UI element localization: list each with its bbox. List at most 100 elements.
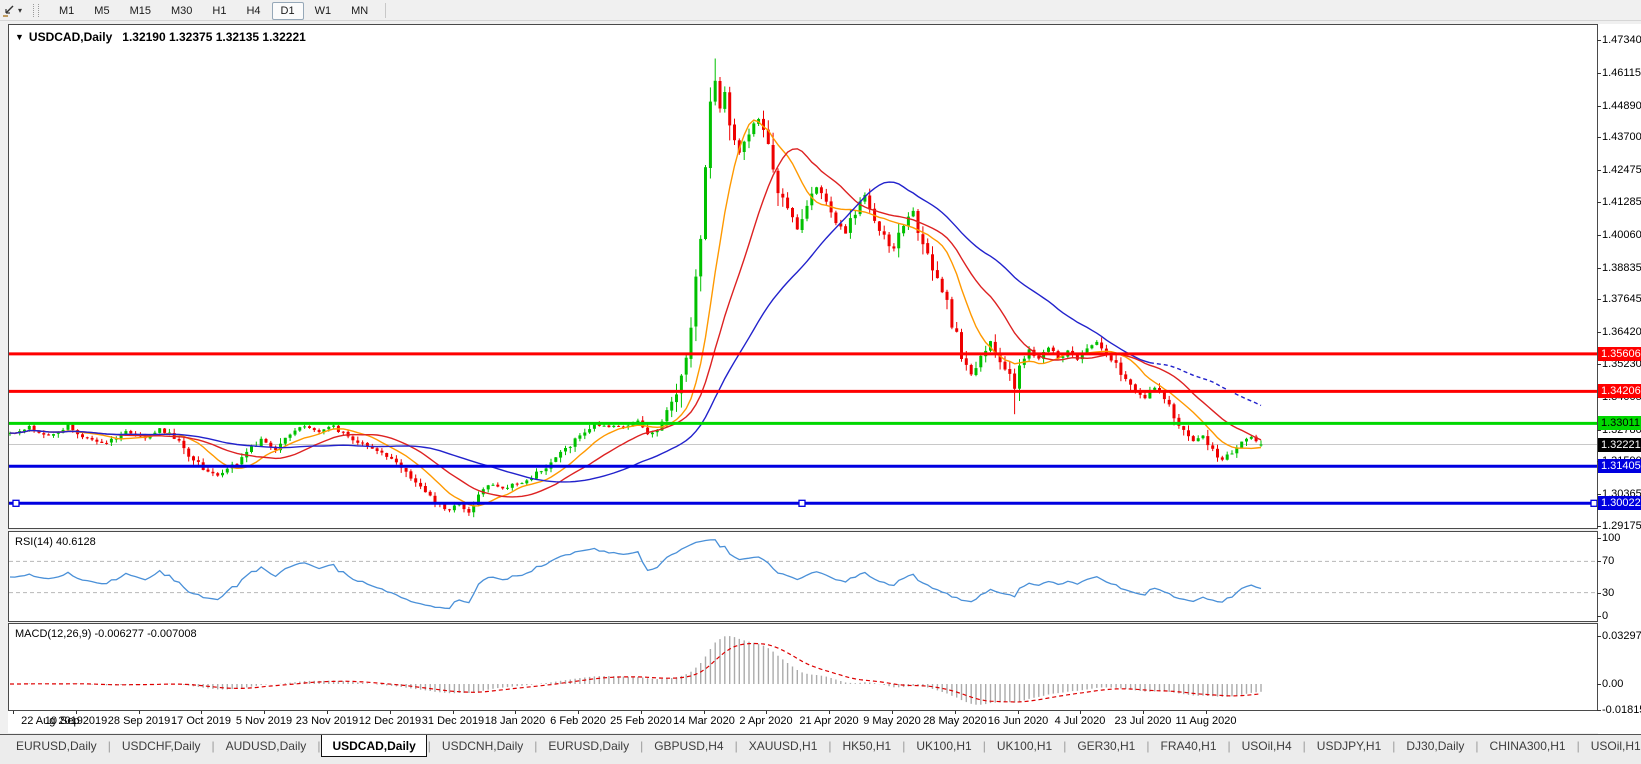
macd-canvas[interactable] [9,624,1597,710]
tab-xauusd-h1[interactable]: XAUUSD,H1 [739,735,828,756]
price-tick-label: 1.44890 [1597,100,1641,112]
price-tick-label: 1.43700 [1597,131,1641,143]
date-tick [76,711,77,714]
timeframe-button-W1[interactable]: W1 [306,2,341,20]
toolbar-separator [385,2,387,18]
timeframe-button-M5[interactable]: M5 [85,2,118,20]
date-axis: 22 Aug 2019 10 Sep 2019 28 Sep 2019 17 Oct … [8,711,1598,733]
date-tick [201,711,202,714]
date-tick [13,711,14,714]
date-tick [1018,711,1019,714]
tab-usdcad-daily[interactable]: USDCAD,Daily [321,735,427,757]
chart-ohlc-label: 1.32190 1.32375 1.32135 1.32221 [122,30,306,44]
price-tick-label: 1.42475 [1597,164,1641,176]
tab-fra40-h1[interactable]: FRA40,H1 [1150,735,1226,756]
tab-hk50-h1[interactable]: HK50,H1 [833,735,902,756]
price-badge-1.32221: 1.32221 [1598,438,1641,452]
tab-usdjpy-h1[interactable]: USDJPY,H1 [1307,735,1391,756]
macd-tick-label: -0.018154 [1597,704,1641,716]
rsi-canvas[interactable] [9,532,1597,621]
date-tick [641,711,642,714]
timeframe-button-M15[interactable]: M15 [121,2,160,20]
tab-ger30-h1[interactable]: GER30,H1 [1067,735,1145,756]
tab-uk100-h1[interactable]: UK100,H1 [987,735,1062,756]
timeframe-button-D1[interactable]: D1 [271,1,304,20]
price-axis: 1.47340 1.46115 1.44890 1.43700 1.42475 1.412… [1596,24,1641,734]
macd-label: MACD(12,26,9) -0.006277 -0.007008 [15,628,197,640]
timeframe-button-M30[interactable]: M30 [162,2,201,20]
tab-china300-h1[interactable]: CHINA300,H1 [1480,735,1576,756]
price-badge-1.30022: 1.30022 [1598,496,1641,510]
tab-eurusd-daily[interactable]: EURUSD,Daily [6,735,107,756]
dropdown-caret-icon[interactable]: ▾ [18,6,22,15]
date-tick [704,711,705,714]
price-tick-label: 1.36420 [1597,326,1641,338]
tab-usoil-h4[interactable]: USOil,H4 [1232,735,1302,756]
timeframe-button-group: M1 M5 M15 M30 H1 H4 D1 W1 MN [49,1,378,20]
date-tick [139,711,140,714]
tab-gbpusd-h4[interactable]: GBPUSD,H4 [644,735,733,756]
macd-panel: MACD(12,26,9) -0.006277 -0.007008 [8,623,1598,711]
price-tick-label: 1.41285 [1597,196,1641,208]
price-tick-label: 1.40060 [1597,229,1641,241]
macd-tick-label: 0.032972 [1597,630,1641,642]
price-badge-1.34206: 1.34206 [1598,384,1641,398]
price-badge-1.33011: 1.33011 [1598,416,1641,430]
tab-eurusd-daily[interactable]: EURUSD,Daily [538,735,639,756]
tab-dj30-daily[interactable]: DJ30,Daily [1396,735,1474,756]
date-tick [766,711,767,714]
chart-symbol-label: USDCAD,Daily [28,30,113,44]
date-tick [515,711,516,714]
price-tick-label: 1.47340 [1597,34,1641,46]
date-tick [1080,711,1081,714]
tab-usdcnh-daily[interactable]: USDCNH,Daily [432,735,533,756]
price-tick-label: 1.29175 [1597,520,1641,532]
line-handle[interactable] [1590,499,1597,507]
date-tick [453,711,454,714]
rsi-label: RSI(14) 40.6128 [15,536,96,548]
price-chart-canvas[interactable] [9,25,1597,528]
date-tick [955,711,956,714]
date-label: 11 Aug 2020 [1175,715,1237,727]
timeframe-button-H4[interactable]: H4 [237,2,269,20]
trading-terminal-window: ▾ M1 M5 M15 M30 H1 H4 D1 W1 MN ▼ USDCAD,Daily 1.… [0,0,1641,764]
tab-bar: EURUSD,Daily | USDCHF,Daily | AUDUSD,Daily | U… [0,734,1641,764]
main-chart-panel: ▼ USDCAD,Daily 1.32190 1.32375 1.32135 1… [8,24,1598,529]
date-tick [892,711,893,714]
tab-usoil-h1[interactable]: USOil,H1 [1581,735,1641,756]
price-tick-label: 1.38835 [1597,262,1641,274]
toolbar: ▾ M1 M5 M15 M30 H1 H4 D1 W1 MN [0,0,1641,21]
macd-signal-line [10,642,1262,703]
chart-title: ▼ USDCAD,Daily 1.32190 1.32375 1.32135 1… [15,30,306,44]
line-handle[interactable] [12,499,20,507]
ma-fast-line [9,119,1262,507]
macd-tick-label: 0.00 [1596,678,1624,690]
date-tick [1143,711,1144,714]
collapse-caret-icon[interactable]: ▼ [15,32,24,42]
price-tick-label: 1.37645 [1597,293,1641,305]
line-tool-icon[interactable] [2,4,15,17]
date-tick [1206,711,1207,714]
price-tick-label: 1.46115 [1597,67,1641,79]
date-tick [327,711,328,714]
tab-audusd-daily[interactable]: AUDUSD,Daily [216,735,317,756]
tab-usdchf-daily[interactable]: USDCHF,Daily [112,735,211,756]
price-badge-1.35606: 1.35606 [1598,347,1641,361]
rsi-tick-label: 100 [1596,532,1621,544]
price-badge-1.31405: 1.31405 [1598,459,1641,473]
timeframe-button-H1[interactable]: H1 [203,2,235,20]
toolbar-grip[interactable] [33,3,40,17]
tab-uk100-h1[interactable]: UK100,H1 [906,735,981,756]
date-tick [829,711,830,714]
timeframe-button-M1[interactable]: M1 [50,2,83,20]
timeframe-button-MN[interactable]: MN [342,2,377,20]
ma-slow-line-dashed-tail [1149,362,1262,407]
rsi-line [9,539,1262,610]
date-tick [390,711,391,714]
line-handle[interactable] [798,499,806,507]
date-tick [578,711,579,714]
rsi-panel: RSI(14) 40.6128 [8,531,1598,622]
rsi-tick-label: 30 [1596,587,1615,599]
candles-layer [9,58,1263,518]
date-tick [264,711,265,714]
